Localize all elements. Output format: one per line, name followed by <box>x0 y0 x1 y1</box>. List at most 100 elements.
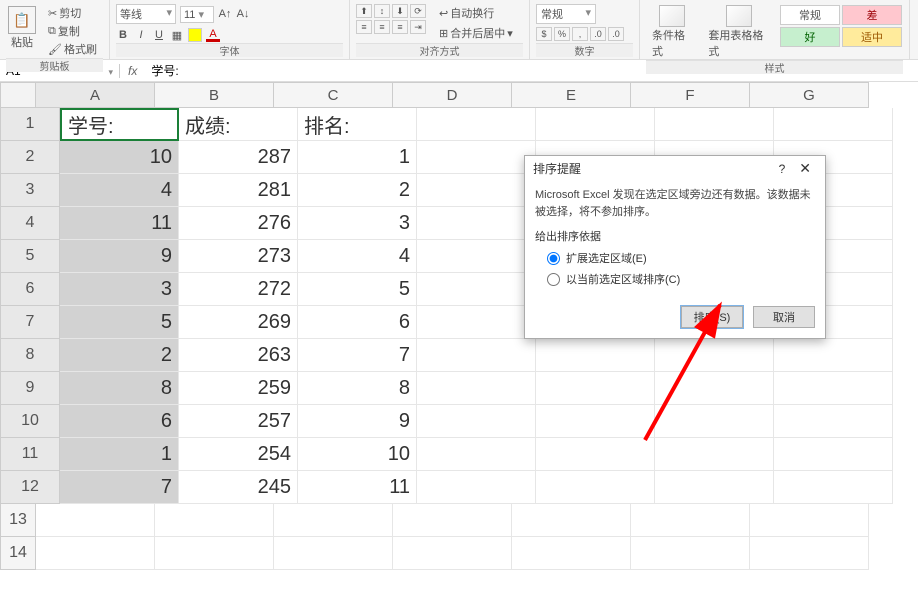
align-middle[interactable]: ↕ <box>374 4 390 18</box>
cell-G12[interactable] <box>774 471 893 504</box>
dialog-help-button[interactable]: ? <box>771 162 794 176</box>
col-header-G[interactable]: G <box>750 82 869 108</box>
cell-C5[interactable]: 4 <box>298 240 417 273</box>
row-header-5[interactable]: 5 <box>0 240 60 273</box>
cell-F13[interactable] <box>631 504 750 537</box>
fx-icon[interactable]: fx <box>120 64 145 78</box>
radio-current-selection[interactable]: 以当前选定区域排序(C) <box>547 271 815 287</box>
cell-D7[interactable] <box>417 306 536 339</box>
cell-B13[interactable] <box>155 504 274 537</box>
font-size-select[interactable]: 11 ▾ <box>180 6 214 23</box>
align-right[interactable]: ≡ <box>392 20 408 34</box>
cell-C8[interactable]: 7 <box>298 339 417 372</box>
align-top[interactable]: ⬆ <box>356 4 372 18</box>
cell-E12[interactable] <box>536 471 655 504</box>
cell-B12[interactable]: 245 <box>179 471 298 504</box>
cell-C10[interactable]: 9 <box>298 405 417 438</box>
cell-D9[interactable] <box>417 372 536 405</box>
copy-button[interactable]: ⧉复制 <box>45 22 100 40</box>
cell-D8[interactable] <box>417 339 536 372</box>
orientation[interactable]: ⟳ <box>410 4 426 18</box>
decrease-decimal[interactable]: .0 <box>608 27 624 41</box>
cell-G13[interactable] <box>750 504 869 537</box>
font-family-select[interactable]: 等线 ▾ <box>116 4 176 24</box>
font-color-button[interactable]: A <box>206 28 220 42</box>
row-header-6[interactable]: 6 <box>0 273 60 306</box>
cell-style-neutral[interactable]: 适中 <box>842 27 902 47</box>
cell-A10[interactable]: 6 <box>60 405 179 438</box>
row-header-12[interactable]: 12 <box>0 471 60 504</box>
cell-D6[interactable] <box>417 273 536 306</box>
cell-C3[interactable]: 2 <box>298 174 417 207</box>
row-header-8[interactable]: 8 <box>0 339 60 372</box>
row-header-3[interactable]: 3 <box>0 174 60 207</box>
cell-B2[interactable]: 287 <box>179 141 298 174</box>
cell-A9[interactable]: 8 <box>60 372 179 405</box>
align-bottom[interactable]: ⬇ <box>392 4 408 18</box>
cell-C13[interactable] <box>274 504 393 537</box>
cell-C11[interactable]: 10 <box>298 438 417 471</box>
dialog-close-button[interactable]: ✕ <box>793 160 817 177</box>
number-format-select[interactable]: 常规 ▾ <box>536 4 596 24</box>
cell-B9[interactable]: 259 <box>179 372 298 405</box>
cell-B11[interactable]: 254 <box>179 438 298 471</box>
col-header-E[interactable]: E <box>512 82 631 108</box>
comma-button[interactable]: , <box>572 27 588 41</box>
cell-D14[interactable] <box>393 537 512 570</box>
cell-style-good[interactable]: 好 <box>780 27 840 47</box>
cell-G1[interactable] <box>774 108 893 141</box>
cell-C1[interactable]: 排名: <box>298 108 417 141</box>
cell-C7[interactable]: 6 <box>298 306 417 339</box>
align-left[interactable]: ≡ <box>356 20 372 34</box>
row-header-13[interactable]: 13 <box>0 504 36 537</box>
cell-E13[interactable] <box>512 504 631 537</box>
cell-D5[interactable] <box>417 240 536 273</box>
cell-B8[interactable]: 263 <box>179 339 298 372</box>
cell-A11[interactable]: 1 <box>60 438 179 471</box>
paste-button[interactable]: 📋 粘贴 <box>6 4 38 52</box>
cell-D12[interactable] <box>417 471 536 504</box>
row-header-14[interactable]: 14 <box>0 537 36 570</box>
row-header-1[interactable]: 1 <box>0 108 60 141</box>
indent[interactable]: ⇥ <box>410 20 426 34</box>
row-header-4[interactable]: 4 <box>0 207 60 240</box>
cell-G14[interactable] <box>750 537 869 570</box>
row-header-11[interactable]: 11 <box>0 438 60 471</box>
cell-F8[interactable] <box>655 339 774 372</box>
table-format-button[interactable]: 套用表格格式 <box>702 4 775 60</box>
cell-D11[interactable] <box>417 438 536 471</box>
cell-G8[interactable] <box>774 339 893 372</box>
cancel-button[interactable]: 取消 <box>753 306 815 328</box>
col-header-B[interactable]: B <box>155 82 274 108</box>
format-painter-button[interactable]: 🖌格式刷 <box>45 40 100 58</box>
cell-F1[interactable] <box>655 108 774 141</box>
cell-F14[interactable] <box>631 537 750 570</box>
align-center[interactable]: ≡ <box>374 20 390 34</box>
underline-button[interactable]: U <box>152 28 166 42</box>
cell-B5[interactable]: 273 <box>179 240 298 273</box>
cell-E9[interactable] <box>536 372 655 405</box>
cell-D4[interactable] <box>417 207 536 240</box>
cell-A12[interactable]: 7 <box>60 471 179 504</box>
cell-A3[interactable]: 4 <box>60 174 179 207</box>
cell-B1[interactable]: 成绩: <box>179 108 298 141</box>
col-header-C[interactable]: C <box>274 82 393 108</box>
bold-button[interactable]: B <box>116 28 130 42</box>
cell-E14[interactable] <box>512 537 631 570</box>
col-header-A[interactable]: A <box>36 82 155 108</box>
fill-color-button[interactable] <box>188 28 202 42</box>
conditional-format-button[interactable]: 条件格式 <box>646 4 698 60</box>
cell-D3[interactable] <box>417 174 536 207</box>
cell-D10[interactable] <box>417 405 536 438</box>
select-all-corner[interactable] <box>0 82 36 108</box>
cell-C4[interactable]: 3 <box>298 207 417 240</box>
cell-B10[interactable]: 257 <box>179 405 298 438</box>
cell-C2[interactable]: 1 <box>298 141 417 174</box>
cell-B4[interactable]: 276 <box>179 207 298 240</box>
cell-B14[interactable] <box>155 537 274 570</box>
currency-button[interactable]: $ <box>536 27 552 41</box>
row-header-2[interactable]: 2 <box>0 141 60 174</box>
cell-D1[interactable] <box>417 108 536 141</box>
percent-button[interactable]: % <box>554 27 570 41</box>
row-header-10[interactable]: 10 <box>0 405 60 438</box>
